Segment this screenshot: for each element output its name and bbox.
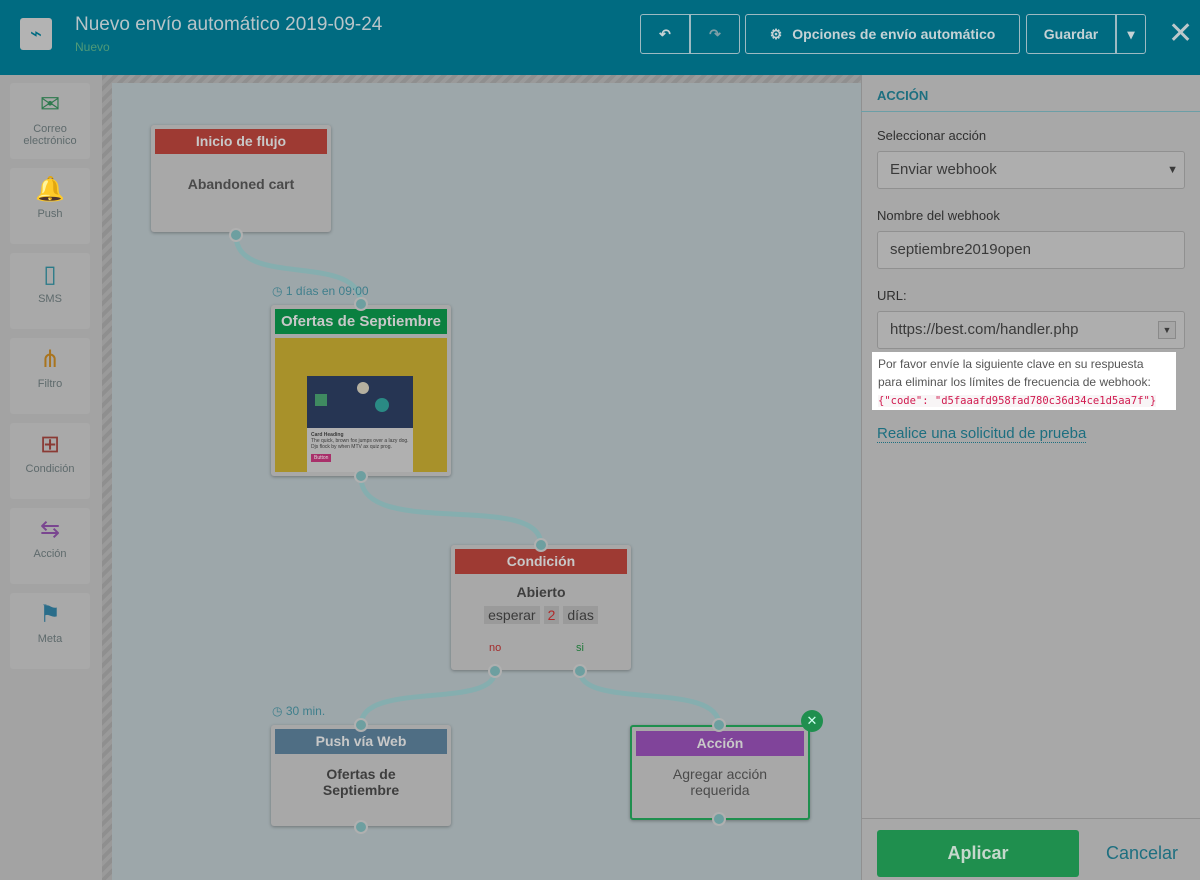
wait-label: esperar [484,606,540,624]
connector-port[interactable] [712,812,726,826]
branch-yes-label: si [576,642,584,654]
url-label: URL: [877,288,907,303]
node-title: Inicio de flujo [155,129,327,154]
days-value[interactable]: 2 [543,606,560,624]
close-icon: ✕ [806,713,818,728]
node-body: Abandoned cart [187,176,295,192]
node-title: Condición [455,549,627,574]
hint-text: Por favor envíe la siguiente clave en su… [878,357,1151,389]
chevron-down-icon: ▼ [1167,164,1178,176]
close-button[interactable]: ✕ [1168,16,1193,51]
preview-card: Card Heading The quick, brown fox jumps … [307,428,413,472]
divider [861,818,1200,819]
push-node[interactable]: Push vía Web Ofertas de Septiembre [271,725,451,826]
url-input[interactable]: https://best.com/handler.php ▼ [877,311,1185,349]
connector [358,670,498,726]
branch-no-label: no [489,642,502,654]
connector-port[interactable] [573,664,587,678]
node-body: Agregar acción requerida [672,766,768,798]
save-button[interactable]: Guardar [1026,14,1116,54]
test-request-link[interactable]: Realice una solicitud de prueba [877,425,1087,443]
remove-node-button[interactable]: ✕ [801,710,823,732]
save-label: Guardar [1043,26,1099,42]
condition-node[interactable]: Condición Abierto esperar 2 días no si [451,545,631,670]
connector-port[interactable] [712,718,726,732]
select-action-label: Seleccionar acción [877,128,987,143]
node-body: Ofertas de Septiembre [322,766,400,798]
email-node[interactable]: Ofertas de Septiembre Card Heading The q… [271,305,451,476]
start-node[interactable]: Inicio de flujo Abandoned cart [151,125,331,232]
node-title: Acción [636,731,804,756]
connector-port[interactable] [534,538,548,552]
webhook-code: {"code": "d5faaafd958fad780c36d34ce1d5aa… [878,395,1157,407]
properties-panel [861,75,1200,880]
connector-port[interactable] [488,664,502,678]
webhook-name-input[interactable]: septiembre2019open [877,231,1185,269]
delay-label: ◷ 30 min. [272,704,326,718]
url-dropdown-button[interactable]: ▼ [1158,321,1176,339]
save-dropdown-button[interactable]: ▾ [1116,14,1146,54]
divider [861,111,1200,112]
connector [358,476,544,546]
clock-icon: ◷ [272,284,286,298]
section-title: ACCIÓN [877,88,929,103]
connector [577,670,722,726]
days-label: días [563,606,598,624]
connector-port[interactable] [354,718,368,732]
connector-port[interactable] [354,297,368,311]
clock-icon: ◷ [272,704,286,718]
cancel-button[interactable]: Cancelar [1106,843,1178,864]
action-select[interactable]: Enviar webhook ▼ [877,151,1185,189]
apply-button[interactable]: Aplicar [877,830,1079,877]
rate-limit-hint: Por favor envíe la siguiente clave en su… [872,352,1176,410]
node-title: Ofertas de Septiembre [275,309,447,334]
node-title: Push vía Web [275,729,447,754]
email-preview: Card Heading The quick, brown fox jumps … [275,338,447,472]
connector-port[interactable] [354,469,368,483]
action-node[interactable]: Acción Agregar acción requerida [630,725,810,820]
delay-label: ◷ 1 días en 09:00 [272,284,369,298]
node-body: Abierto [516,584,566,600]
webhook-name-label: Nombre del webhook [877,208,1000,223]
connector-port[interactable] [354,820,368,834]
connector-port[interactable] [229,228,243,242]
preview-image [307,376,413,428]
chevron-down-icon: ▾ [1127,25,1135,42]
